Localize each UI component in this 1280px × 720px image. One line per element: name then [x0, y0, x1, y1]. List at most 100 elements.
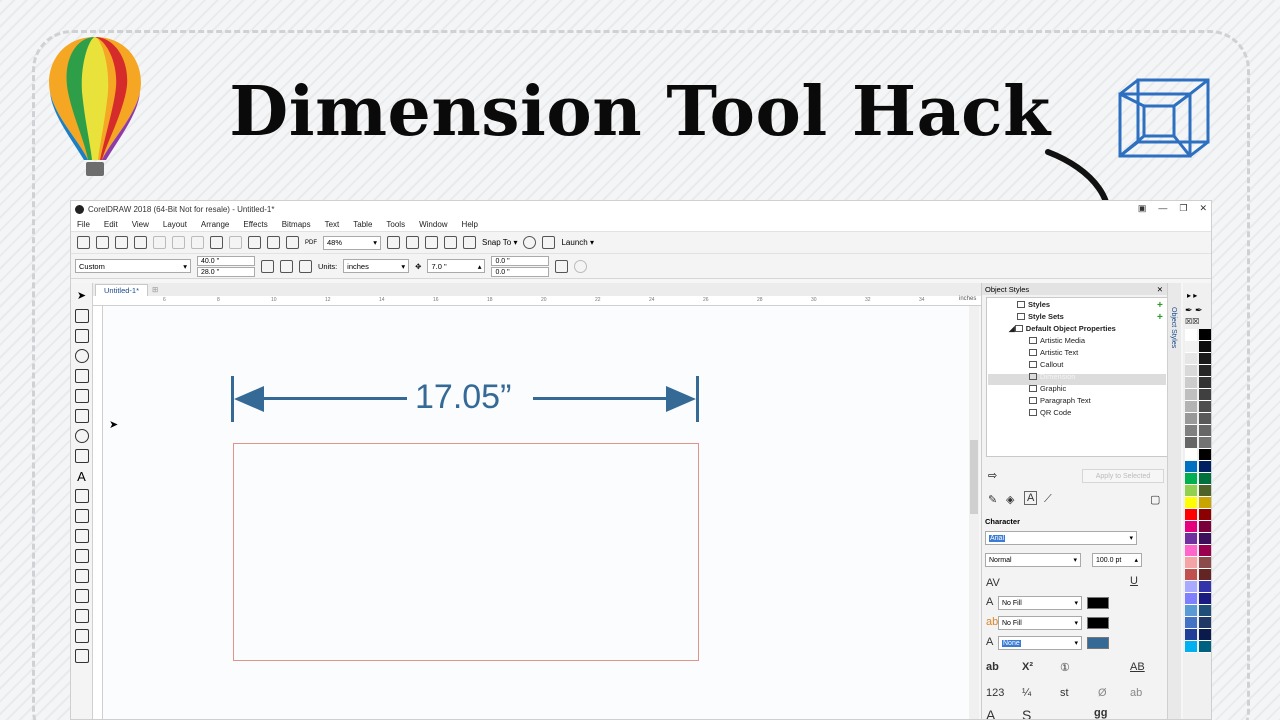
swash-icon[interactable]: A [986, 707, 995, 719]
menu-bitmaps[interactable]: Bitmaps [282, 220, 311, 229]
rectangle-tool-icon[interactable] [74, 409, 89, 423]
background-fill-swatch[interactable] [1087, 617, 1109, 629]
polygon-tool-icon[interactable] [74, 449, 89, 463]
snap-to-dropdown[interactable]: Snap To ▾ [482, 238, 517, 247]
palette-column-dark[interactable] [1199, 329, 1211, 653]
palette-swatch[interactable] [1199, 485, 1211, 497]
text-fill-select[interactable]: No Fill ▾ [998, 596, 1082, 610]
ligatures-icon[interactable]: gg [1094, 707, 1107, 719]
palette-swatch[interactable] [1185, 509, 1197, 521]
text-outline-select[interactable]: None ▾ [998, 636, 1082, 650]
crop-tool-icon[interactable] [74, 329, 89, 343]
tree-item-callout[interactable]: Callout [1029, 360, 1063, 369]
menu-view[interactable]: View [132, 220, 149, 229]
numerals-icon[interactable]: 123 [986, 687, 1004, 699]
landscape-icon[interactable] [280, 259, 293, 273]
tree-item-qr-code[interactable]: QR Code [1029, 408, 1071, 417]
text-outline-swatch[interactable] [1087, 637, 1109, 649]
menu-table[interactable]: Table [353, 220, 372, 229]
palette-swatch[interactable] [1185, 425, 1197, 437]
palette-swatch[interactable] [1199, 365, 1211, 377]
menu-tools[interactable]: Tools [386, 220, 405, 229]
palette-column-light[interactable] [1185, 329, 1197, 653]
page-height-input[interactable]: 28.0 " [197, 266, 255, 277]
menu-help[interactable]: Help [462, 220, 478, 229]
palette-swatch[interactable] [1199, 425, 1211, 437]
menu-effects[interactable]: Effects [243, 220, 267, 229]
palette-scroll-up-icon[interactable]: ▸ ▸ [1187, 291, 1197, 300]
menu-file[interactable]: File [77, 220, 90, 229]
dimension-tab-icon[interactable]: ⟋ [1044, 493, 1052, 506]
palette-swatch[interactable] [1199, 377, 1211, 389]
smart-fill-tool-icon[interactable] [74, 609, 89, 623]
ordinals-icon[interactable]: ① [1060, 661, 1070, 674]
publish-pdf-label[interactable]: PDF [305, 240, 317, 246]
tree-item-dimension[interactable]: Dimension [1029, 372, 1075, 381]
text-fill-swatch[interactable] [1087, 597, 1109, 609]
interactive-fill-tool-icon[interactable] [74, 589, 89, 603]
palette-swatch[interactable] [1185, 629, 1197, 641]
palette-swatch[interactable] [1199, 533, 1211, 545]
shape-tool-icon[interactable] [74, 309, 89, 323]
palette-swatch[interactable] [1185, 389, 1197, 401]
duplicate-y-input[interactable]: 0.0 " [491, 266, 550, 277]
object-styles-side-tab[interactable]: Object Styles [1170, 307, 1177, 348]
account-icon[interactable]: ▣ [1138, 203, 1147, 214]
font-list-select[interactable]: Arial ▾ [985, 531, 1137, 545]
palette-swatch[interactable] [1185, 557, 1197, 569]
palette-swatch[interactable] [1199, 353, 1211, 365]
menu-layout[interactable]: Layout [163, 220, 187, 229]
cut-icon[interactable] [153, 236, 166, 249]
character-tab-icon[interactable]: A [1024, 491, 1038, 505]
fractions-icon[interactable]: ¼ [1022, 687, 1031, 699]
transparency-tool-icon[interactable] [74, 549, 89, 563]
superscript-icon[interactable]: X² [1022, 661, 1033, 673]
palette-swatch[interactable] [1185, 485, 1197, 497]
palette-swatch[interactable] [1199, 569, 1211, 581]
palette-swatch[interactable] [1199, 545, 1211, 557]
palette-swatch[interactable] [1185, 329, 1197, 341]
vertical-scrollbar[interactable] [969, 306, 979, 719]
minimize-icon[interactable]: — [1158, 203, 1167, 214]
uppercase-icon[interactable]: ab [986, 661, 999, 673]
artistic-media-tool-icon[interactable] [74, 389, 89, 403]
palette-swatch[interactable] [1185, 413, 1197, 425]
outline-tab-icon[interactable]: ✎ [988, 493, 997, 506]
no-color-icon[interactable]: ☒☒ [1185, 317, 1199, 326]
ellipse-tool-icon[interactable] [74, 429, 89, 443]
customize-toolbox-icon[interactable] [74, 649, 89, 663]
palette-swatch[interactable] [1199, 605, 1211, 617]
redo-icon[interactable] [229, 236, 242, 249]
palette-swatch[interactable] [1199, 629, 1211, 641]
palette-swatch[interactable] [1199, 437, 1211, 449]
palette-swatch[interactable] [1199, 641, 1211, 653]
restore-icon[interactable]: ❐ [1179, 203, 1187, 214]
close-icon[interactable]: ✕ [1199, 203, 1207, 214]
slashed-zero-icon[interactable]: Ø [1098, 687, 1107, 699]
paste-icon[interactable] [191, 236, 204, 249]
parallel-dimension-tool-icon[interactable] [74, 489, 89, 503]
open-icon[interactable] [96, 236, 109, 249]
snap-icon[interactable] [463, 236, 476, 249]
print-icon[interactable] [134, 236, 147, 249]
launch-icon[interactable] [542, 236, 556, 249]
grid-icon[interactable] [425, 236, 438, 249]
save-icon[interactable] [115, 236, 128, 249]
all-pages-icon[interactable] [299, 259, 312, 273]
new-style-set-plus-icon[interactable]: + [1157, 312, 1163, 323]
ordinal-st-icon[interactable]: st [1060, 687, 1069, 699]
new-tab-icon[interactable]: ⊞ [152, 285, 158, 294]
palette-swatch[interactable] [1199, 401, 1211, 413]
launch-dropdown[interactable]: Launch ▾ [561, 238, 594, 247]
new-style-plus-icon[interactable]: + [1157, 300, 1163, 311]
palette-swatch[interactable] [1199, 473, 1211, 485]
font-size-input[interactable]: 100.0 pt ▴ [1092, 553, 1142, 567]
menu-arrange[interactable]: Arrange [201, 220, 229, 229]
units-select[interactable]: inches ▾ [343, 259, 410, 273]
underline-icon[interactable]: U [1130, 575, 1138, 587]
rectangle-object[interactable] [233, 443, 699, 661]
zoom-tool-icon[interactable] [74, 349, 89, 363]
pick-tool-icon[interactable]: ➤ [75, 289, 89, 303]
fill-tab-icon[interactable]: ◈ [1006, 493, 1014, 506]
palette-swatch[interactable] [1185, 545, 1197, 557]
